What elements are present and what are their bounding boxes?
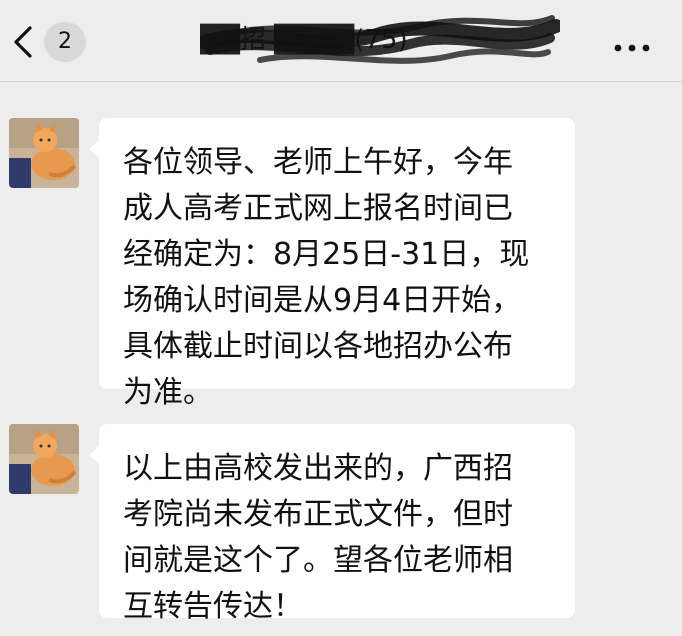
cat-avatar-icon [9,424,79,494]
message-bubble[interactable]: 以上由高校发出来的，广西招 考院尚未发布正式文件，但时 间就是这个了。望各位老师… [89,424,575,624]
sender-avatar[interactable] [9,424,79,494]
redaction-scribble [200,15,560,64]
message-bubble[interactable]: 各位领导、老师上午好，今年 成人高考正式网上报名时间已 经确定为：8月25日-3… [89,118,575,410]
chevron-left-icon [14,26,32,58]
sender-avatar[interactable] [9,118,79,188]
cat-avatar-icon [9,118,79,188]
more-options-button[interactable] [612,38,652,52]
chat-navigation-bar: 2 ██招 ████(75) [0,0,682,82]
back-button[interactable] [8,20,42,64]
unread-count-badge[interactable]: 2 [44,22,86,62]
ellipsis-icon [614,44,650,52]
